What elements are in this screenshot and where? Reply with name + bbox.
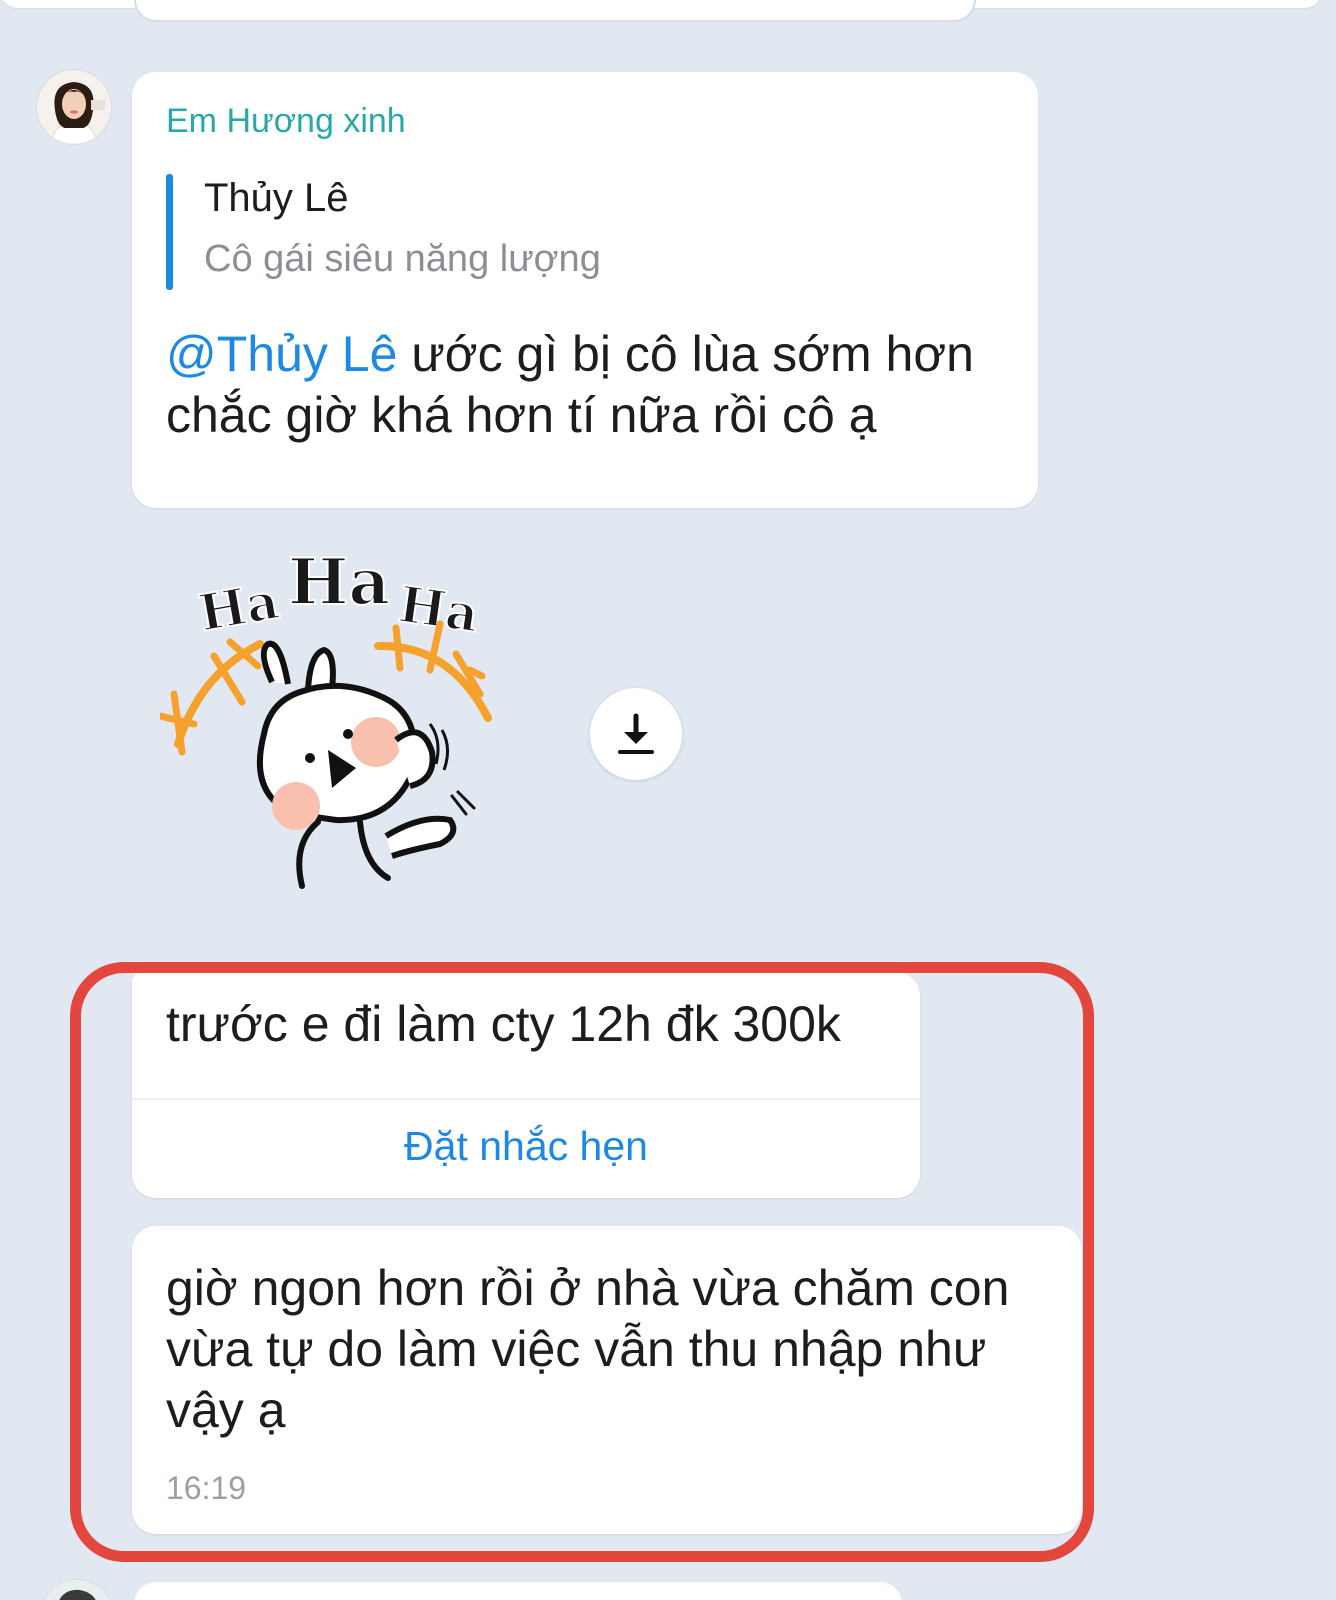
avatar-image <box>37 70 111 144</box>
message-bubble-with-reminder[interactable]: trước e đi làm cty 12h đk 300k Đặt nhắc … <box>132 972 920 1198</box>
sticker-word-2: Ha <box>288 545 390 620</box>
message-text-line2: chắc giờ khá hơn tí nữa rồi cô ạ <box>166 387 877 443</box>
message-bubble-quoted-reply[interactable]: Em Hương xinh Thủy Lê Cô gái siêu năng l… <box>132 72 1038 508</box>
download-icon <box>618 713 654 754</box>
message-text: giờ ngon hơn rồi ở nhà vừa chăm con vừa … <box>166 1258 1009 1441</box>
next-sender-avatar[interactable] <box>40 1580 114 1600</box>
sender-name[interactable]: Em Hương xinh <box>166 102 406 141</box>
message-bubble[interactable]: giờ ngon hơn rồi ở nhà vừa chăm con vừa … <box>132 1226 1082 1534</box>
quoted-text[interactable]: Cô gái siêu năng lượng <box>204 238 601 281</box>
message-text: trước e đi làm cty 12h đk 300k <box>166 996 841 1052</box>
sticker-ha-ha-ha[interactable]: Ha Ha Ha <box>156 544 500 924</box>
quoted-author[interactable]: Thủy Lê <box>204 176 349 221</box>
message-text-line3: vậy ạ <box>166 1382 286 1438</box>
next-message-bubble <box>134 1582 902 1600</box>
sender-avatar[interactable] <box>37 70 111 144</box>
download-sticker-button[interactable] <box>590 688 682 780</box>
avatar-image <box>40 1580 114 1600</box>
message-text-line2: vừa tự do làm việc vẫn thu nhập như <box>166 1321 987 1377</box>
quote-bar <box>166 174 173 290</box>
sticker-word-1: Ha <box>194 571 283 643</box>
message-text-line1: giờ ngon hơn rồi ở nhà vừa chăm con <box>166 1260 1010 1316</box>
sticker-image: Ha Ha Ha <box>156 544 492 889</box>
message-text-line1: ước gì bị cô lùa sớm hơn <box>397 326 974 382</box>
previous-message-bubble <box>134 0 976 22</box>
message-timestamp: 16:19 <box>166 1470 247 1506</box>
mention-link[interactable]: @Thủy Lê <box>166 326 397 382</box>
message-text: @Thủy Lê ước gì bị cô lùa sớm hơn chắc g… <box>166 324 974 446</box>
set-reminder-button[interactable]: Đặt nhắc hẹn <box>132 1096 920 1196</box>
